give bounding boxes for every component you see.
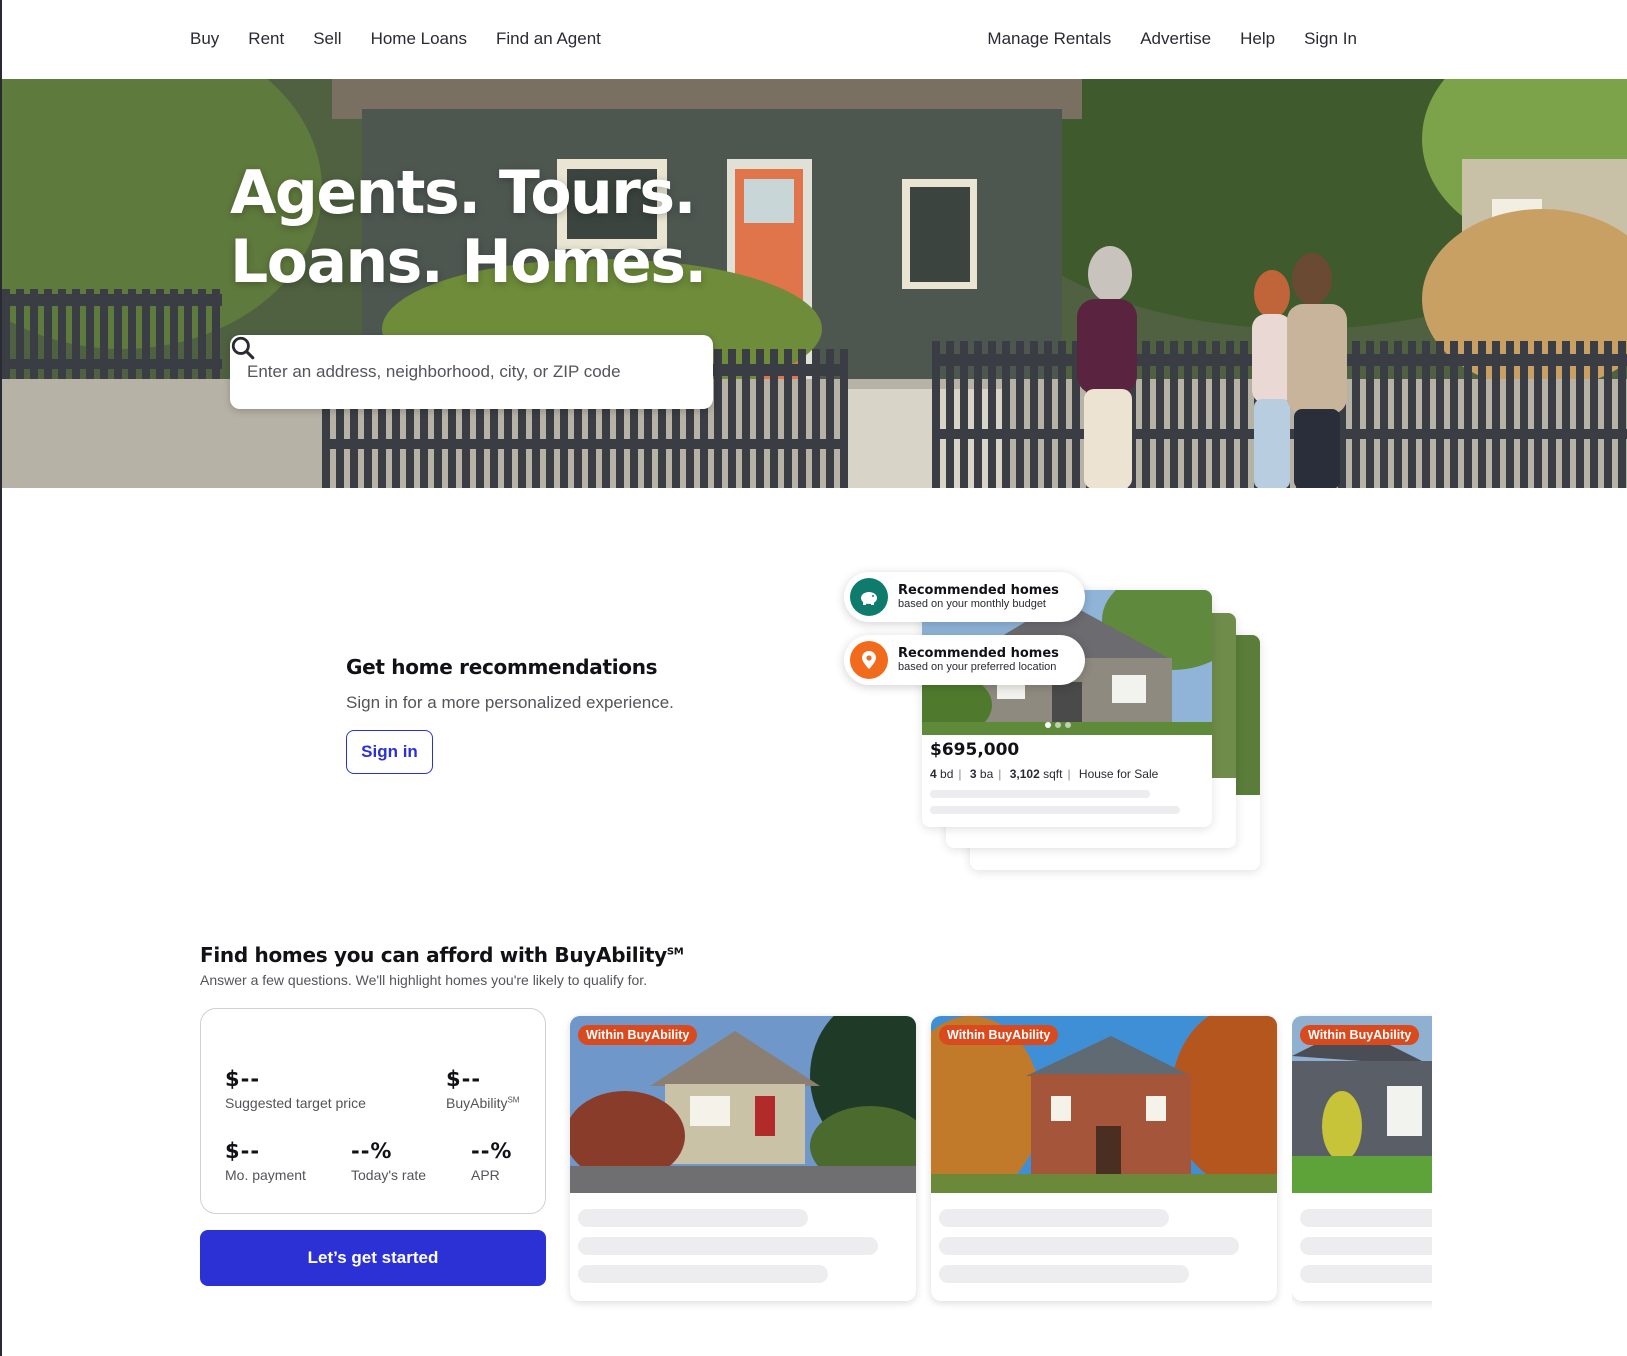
stat-apr: --% APR [471,1139,513,1183]
pill-budget-title: Recommended homes [898,583,1059,598]
carousel-overflow: Within BuyAbility [1292,1010,1432,1310]
get-started-button[interactable]: Let’s get started [200,1230,546,1286]
sample-listing-card: $695,000 4 bd | 3 ba | 3,102 sqft | House f… [922,590,1212,827]
hero-title: Agents. Tours. Loans. Homes. [230,158,707,297]
sign-in-button[interactable]: Sign in [346,730,433,774]
buyability-subtitle: Answer a few questions. We'll highlight … [200,972,648,988]
search-input[interactable] [247,362,691,382]
recommendations-illustration: $695,000 4 bd | 3 ba | 3,102 sqft | House f… [842,570,1262,880]
nav-sign-in[interactable]: Sign In [1304,27,1357,51]
search-bar [230,335,713,409]
recommendations-title: Get home recommendations [346,655,658,679]
home-photo: Within BuyAbility [570,1016,916,1193]
service-mark: SM [666,946,684,958]
skeleton-line [939,1265,1189,1283]
home-card[interactable]: Within BuyAbility [570,1016,916,1301]
nav-right: Manage Rentals Advertise Help Sign In [958,27,1357,51]
location-pin-icon [850,641,888,679]
skeleton-line [1300,1237,1432,1255]
hero-banner: Agents. Tours. Loans. Homes. [2,79,1627,488]
within-buyability-badge: Within BuyAbility [578,1025,698,1045]
nav-home-loans[interactable]: Home Loans [371,27,467,51]
skeleton-line [578,1209,808,1227]
skeleton-line [1300,1265,1432,1283]
buyability-summary-card: $-- Suggested target price $-- BuyAbilit… [200,1008,546,1214]
search-icon[interactable] [230,335,256,361]
pill-location-title: Recommended homes [898,646,1059,661]
skeleton-line [1300,1209,1432,1227]
within-buyability-badge: Within BuyAbility [939,1025,1059,1045]
hero-title-line-2: Loans. Homes. [230,227,707,297]
skeleton-line [930,806,1180,814]
nav-sell[interactable]: Sell [313,27,341,51]
nav-advertise[interactable]: Advertise [1140,27,1211,51]
home-card[interactable]: Within BuyAbility [931,1016,1277,1301]
stat-todays-rate: --% Today's rate [351,1139,427,1183]
skeleton-line [939,1209,1169,1227]
sample-listing-specs: 4 bd | 3 ba | 3,102 sqft | House for Sale [930,767,1159,781]
nav-buy[interactable]: Buy [190,27,219,51]
stat-monthly-payment: $-- Mo. payment [225,1139,306,1183]
sample-listing-price: $695,000 [930,740,1020,760]
stat-target-price: $-- Suggested target price [225,1067,366,1111]
nav-manage-rentals[interactable]: Manage Rentals [987,27,1111,51]
pill-budget-subtitle: based on your monthly budget [898,598,1046,610]
within-buyability-badge: Within BuyAbility [1300,1025,1420,1045]
top-nav: Buy Rent Sell Home Loans Find an Agent M… [2,0,1627,79]
recommendations-section: Get home recommendations Sign in for a m… [346,655,674,774]
skeleton-line [939,1237,1239,1255]
skeleton-line [578,1265,828,1283]
nav-find-agent[interactable]: Find an Agent [496,27,601,51]
pill-location-subtitle: based on your preferred location [898,661,1057,673]
skeleton-line [930,790,1150,798]
stat-buyability: $-- BuyAbilitySM [446,1067,520,1111]
pill-budget: Recommended homes based on your monthly … [844,572,1085,622]
nav-left: Buy Rent Sell Home Loans Find an Agent [190,27,630,51]
home-photo: Within BuyAbility [1292,1016,1432,1193]
home-card[interactable]: Within BuyAbility [1292,1016,1432,1301]
buyability-title: Find homes you can afford with BuyAbilit… [200,943,684,967]
pill-location: Recommended homes based on your preferre… [844,635,1085,685]
home-photo: Within BuyAbility [931,1016,1277,1196]
skeleton-line [578,1237,878,1255]
recommendations-subtitle: Sign in for a more personalized experien… [346,693,674,712]
piggy-bank-icon [850,578,888,616]
hero-title-line-1: Agents. Tours. [230,158,696,228]
nav-rent[interactable]: Rent [248,27,284,51]
nav-help[interactable]: Help [1240,27,1275,51]
